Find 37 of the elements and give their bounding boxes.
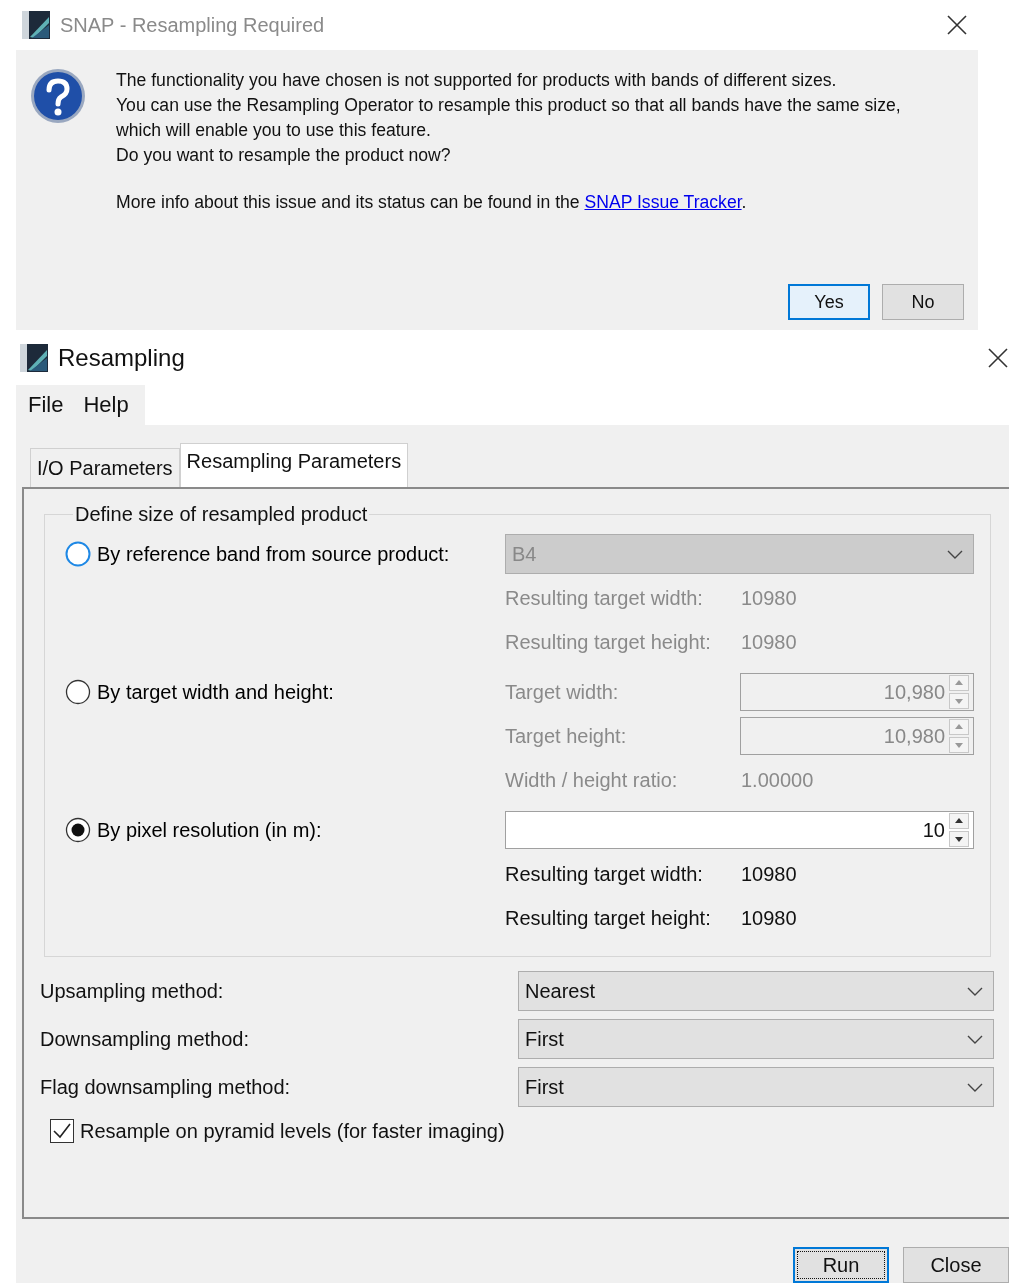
- dialog-button[interactable]: Close: [903, 1247, 1009, 1283]
- value-text: 10980: [741, 906, 797, 930]
- tab[interactable]: I/O Parameters: [30, 448, 180, 487]
- field-label: Resulting target width:: [505, 586, 704, 610]
- field-label: Resulting target height:: [505, 906, 712, 930]
- issue-tracker-link[interactable]: SNAP Issue Tracker: [584, 192, 742, 212]
- value-text: 1.00000: [741, 768, 814, 792]
- dialog-title: SNAP - Resampling Required: [60, 13, 326, 37]
- field-label: Width / height ratio:: [505, 768, 679, 792]
- dropdown[interactable]: First: [518, 1019, 994, 1059]
- value-text: 10980: [741, 862, 797, 886]
- field-label: Target width:: [505, 680, 620, 704]
- field-label: Resulting target width:: [505, 862, 704, 886]
- value-text: 10980: [741, 586, 797, 610]
- window-title: Resampling: [58, 343, 186, 372]
- tab[interactable]: Resampling Parameters: [179, 443, 409, 487]
- info-text: More info about this issue and its status can be found in the SNAP Issue Tracker.: [116, 192, 748, 213]
- number-spinner[interactable]: 10: [505, 811, 974, 849]
- checkbox-label[interactable]: Resample on pyramid levels (for faster imaging): [80, 1119, 505, 1143]
- dialog-button[interactable]: Yes: [788, 284, 870, 320]
- field-label: Upsampling method:: [40, 979, 225, 1003]
- radio-label[interactable]: By pixel resolution (in m):: [97, 818, 322, 842]
- group-title: Define size of resampled product: [74, 503, 369, 526]
- dropdown[interactable]: Nearest: [518, 971, 994, 1011]
- menu-item[interactable]: File: [24, 392, 68, 418]
- message-text: The functionality you have chosen is not supported for products with bands of different sizes. You can use the Resampling Operator to resample this product so that all bands have the same size, which will enable you to use this feature. Do you want to resample the product now?: [116, 69, 901, 167]
- dropdown[interactable]: First: [518, 1067, 994, 1107]
- radio-label[interactable]: By target width and height:: [97, 680, 334, 704]
- field-label: Flag downsampling method:: [40, 1075, 292, 1099]
- dialog-button[interactable]: Run: [793, 1247, 889, 1283]
- value-text: 10980: [741, 630, 797, 654]
- field-label: Resulting target height:: [505, 630, 712, 654]
- radio-label[interactable]: By reference band from source product:: [97, 542, 450, 566]
- dialog-button[interactable]: No: [882, 284, 964, 320]
- field-label: Target height:: [505, 724, 628, 748]
- menu-item[interactable]: Help: [79, 392, 133, 418]
- field-label: Downsampling method:: [40, 1027, 250, 1051]
